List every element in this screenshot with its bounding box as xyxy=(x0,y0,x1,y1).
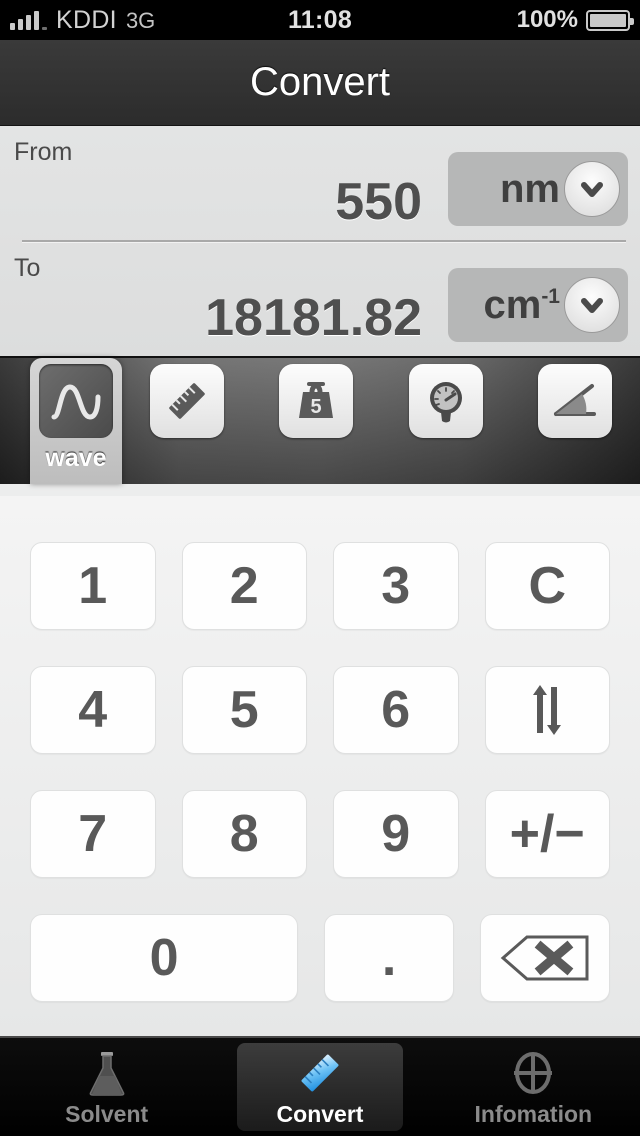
key-8[interactable]: 8 xyxy=(181,790,307,878)
battery-full-icon xyxy=(586,9,634,31)
key-5[interactable]: 5 xyxy=(181,666,307,754)
category-item-angle[interactable]: angle xyxy=(511,358,640,484)
key-decimal[interactable]: . xyxy=(324,914,455,1002)
sine-wave-icon xyxy=(39,364,113,438)
tab-label: Infomation xyxy=(474,1101,593,1127)
navigation-bar: Convert xyxy=(0,40,640,126)
status-bar-clock: 11:08 xyxy=(287,5,353,34)
blue-ruler-icon xyxy=(294,1046,346,1100)
flask-icon xyxy=(84,1046,130,1100)
key-4[interactable]: 4 xyxy=(30,666,156,754)
category-label: wave xyxy=(45,444,107,472)
key-6[interactable]: 6 xyxy=(333,666,459,754)
keypad-row: 1 2 3 C xyxy=(30,542,610,630)
keypad-row: 0 . xyxy=(30,914,610,1002)
tab-bar: Solvent Convert Infomation xyxy=(0,1036,640,1136)
key-clear[interactable]: C xyxy=(484,542,610,630)
key-9[interactable]: 9 xyxy=(333,790,459,878)
to-unit-label: cm -1 xyxy=(483,282,561,327)
category-toolbar: wave 5 xyxy=(0,356,640,484)
numeric-keypad: 1 2 3 C 4 5 6 7 8 9 +/− 0 . xyxy=(0,496,640,1036)
key-1[interactable]: 1 xyxy=(30,542,156,630)
key-backspace[interactable] xyxy=(480,914,610,1002)
to-row: To 18181.82 cm -1 xyxy=(0,242,640,356)
status-bar: KDDI 3G 11:08 100% xyxy=(0,0,640,40)
to-value[interactable]: 18181.82 xyxy=(205,288,422,348)
from-unit-label: nm xyxy=(500,166,560,211)
chevron-down-icon[interactable] xyxy=(564,161,620,217)
crosshair-icon xyxy=(508,1046,558,1100)
key-3[interactable]: 3 xyxy=(333,542,459,630)
from-unit-dropdown[interactable]: nm xyxy=(448,152,628,226)
page-title: Convert xyxy=(249,60,391,104)
weight-5-icon: 5 xyxy=(279,364,354,438)
tab-label: Solvent xyxy=(65,1101,149,1127)
key-swap[interactable] xyxy=(484,666,610,754)
keypad-row: 4 5 6 xyxy=(30,666,610,754)
angle-icon xyxy=(538,364,613,438)
from-label: From xyxy=(14,138,73,166)
key-7[interactable]: 7 xyxy=(30,790,156,878)
conversion-panel: From 550 nm To 18181.82 cm -1 xyxy=(0,126,640,356)
svg-text:5: 5 xyxy=(311,396,322,418)
category-item-wave[interactable]: wave xyxy=(30,358,122,484)
to-label: To xyxy=(14,254,41,282)
category-item-weight[interactable]: 5 weight xyxy=(252,358,382,484)
from-value[interactable]: 550 xyxy=(335,172,422,232)
keypad-row: 7 8 9 +/− xyxy=(30,790,610,878)
tab-label: Convert xyxy=(276,1101,364,1127)
app-root: KDDI 3G 11:08 100% Convert From 550 nm T… xyxy=(0,0,640,1136)
tab-infomation[interactable]: Infomation xyxy=(427,1038,640,1136)
category-item-pressure[interactable]: pressure xyxy=(381,358,511,484)
ruler-icon xyxy=(149,364,224,438)
category-list: wave 5 xyxy=(0,358,640,484)
chevron-down-icon[interactable] xyxy=(564,277,620,333)
swap-arrows-icon xyxy=(520,681,574,739)
key-0[interactable]: 0 xyxy=(30,914,299,1002)
to-unit-dropdown[interactable]: cm -1 xyxy=(448,268,628,342)
from-row: From 550 nm xyxy=(0,126,640,240)
tab-solvent[interactable]: Solvent xyxy=(0,1038,213,1136)
category-item-length[interactable]: length xyxy=(122,358,252,484)
key-2[interactable]: 2 xyxy=(181,542,307,630)
tab-convert[interactable]: Convert xyxy=(213,1038,426,1136)
pressure-gauge-icon xyxy=(408,364,483,438)
backspace-icon xyxy=(497,931,593,985)
key-plus-minus[interactable]: +/− xyxy=(484,790,610,878)
